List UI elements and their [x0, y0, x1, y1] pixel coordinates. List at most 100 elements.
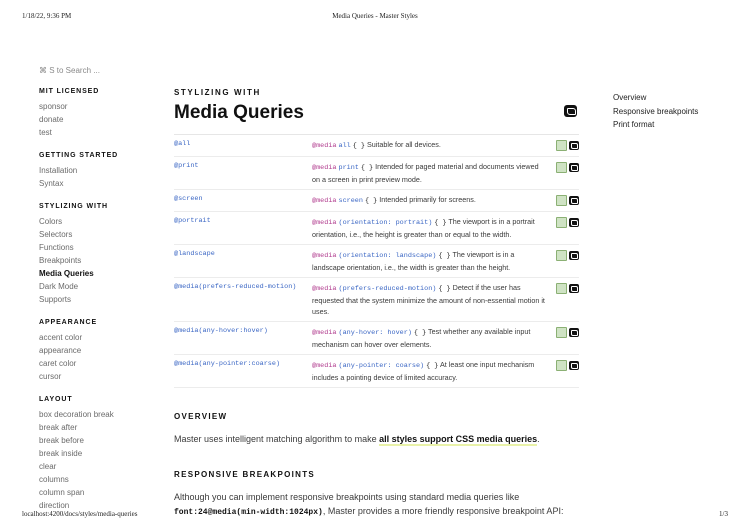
- media-value: (any-hover: hover): [338, 329, 412, 337]
- sidebar-item-clear[interactable]: clear: [39, 460, 149, 473]
- chat-icon[interactable]: [569, 250, 579, 260]
- selector-code: @all: [174, 140, 191, 148]
- sidebar-section-layout: LAYOUT box decoration break break after …: [39, 396, 149, 512]
- sidebar-item-functions[interactable]: Functions: [39, 241, 149, 254]
- sidebar-item-installation[interactable]: Installation: [39, 164, 149, 177]
- print-header: 1/18/22, 9:36 PM Media Queries - Master …: [0, 8, 750, 22]
- chat-icon[interactable]: [569, 283, 579, 293]
- chat-icon[interactable]: [564, 105, 577, 117]
- sidebar-item-column-span[interactable]: column span: [39, 486, 149, 499]
- media-keyword: @media: [312, 164, 337, 172]
- media-keyword: @media: [312, 252, 337, 260]
- media-value: print: [338, 164, 359, 172]
- media-query-row: @landscape @media (orientation: landscape…: [174, 244, 579, 278]
- sidebar-item-caret-color[interactable]: caret color: [39, 357, 149, 370]
- page-kicker: STYLIZING WITH: [174, 88, 261, 97]
- sidebar-item-break-before[interactable]: break before: [39, 434, 149, 447]
- query-description: @media screen { } Intended primarily for…: [312, 194, 545, 207]
- image-icon[interactable]: [556, 359, 567, 371]
- media-braces: { }: [426, 362, 439, 370]
- sidebar-item-test[interactable]: test: [39, 126, 149, 139]
- sidebar-item-columns[interactable]: columns: [39, 473, 149, 486]
- breakpoints-code: font:24@media(min-width:1024px): [174, 508, 323, 517]
- media-keyword: @media: [312, 142, 337, 150]
- sidebar-item-donate[interactable]: donate: [39, 113, 149, 126]
- media-keyword: @media: [312, 197, 337, 205]
- selector-code: @print: [174, 162, 199, 170]
- media-braces: { }: [352, 142, 365, 150]
- sidebar-heading: GETTING STARTED: [39, 152, 119, 159]
- media-query-row: @portrait @media (orientation: portrait) …: [174, 211, 579, 245]
- search-input[interactable]: ⌘ S to Search ...: [39, 66, 149, 75]
- sidebar-item-sponsor[interactable]: sponsor: [39, 100, 149, 113]
- image-icon[interactable]: [556, 161, 567, 173]
- sidebar-item-accent-color[interactable]: accent color: [39, 331, 149, 344]
- image-icon[interactable]: [556, 194, 567, 206]
- media-value: all: [338, 142, 351, 150]
- image-icon[interactable]: [556, 326, 567, 338]
- media-keyword: @media: [312, 219, 337, 227]
- sidebar-section-license: MIT LICENSED sponsor donate test: [39, 88, 149, 139]
- page-title: Media Queries: [174, 102, 304, 123]
- chat-icon[interactable]: [569, 360, 579, 370]
- query-description: @media all { } Suitable for all devices.: [312, 139, 545, 152]
- sidebar-heading: STYLIZING WITH: [39, 203, 108, 210]
- overview-text-before: Master uses intelligent matching algorit…: [174, 434, 380, 444]
- media-braces: { }: [364, 197, 378, 205]
- sidebar-item-cursor[interactable]: cursor: [39, 370, 149, 383]
- sidebar-item-break-after[interactable]: break after: [39, 421, 149, 434]
- description-text: Suitable for all devices.: [366, 140, 441, 149]
- media-keyword: @media: [312, 362, 337, 370]
- css-media-queries-link[interactable]: all styles support CSS media queries: [379, 434, 538, 446]
- section-heading-breakpoints: RESPONSIVE BREAKPOINTS: [174, 470, 316, 479]
- sidebar-section-getting-started: GETTING STARTED Installation Syntax: [39, 152, 149, 190]
- image-icon[interactable]: [556, 139, 567, 151]
- sidebar: ⌘ S to Search ... MIT LICENSED sponsor d…: [39, 66, 149, 525]
- sidebar-section-stylizing: STYLIZING WITH Colors Selectors Function…: [39, 203, 149, 306]
- media-braces: { }: [438, 252, 451, 260]
- sidebar-section-appearance: APPEARANCE accent color appearance caret…: [39, 319, 149, 383]
- chat-icon[interactable]: [569, 217, 579, 227]
- sidebar-heading: MIT LICENSED: [39, 88, 100, 95]
- sidebar-item-breakpoints[interactable]: Breakpoints: [39, 254, 149, 267]
- toc-item-overview[interactable]: Overview: [613, 91, 698, 105]
- sidebar-item-direction[interactable]: direction: [39, 499, 149, 512]
- sidebar-item-supports[interactable]: Supports: [39, 293, 149, 306]
- media-value: (prefers-reduced-motion): [338, 285, 437, 293]
- table-of-contents: Overview Responsive breakpoints Print fo…: [613, 91, 698, 132]
- media-query-row: @media(any-hover:hover) @media (any-hover…: [174, 321, 579, 355]
- sidebar-item-syntax[interactable]: Syntax: [39, 177, 149, 190]
- media-keyword: @media: [312, 329, 337, 337]
- sidebar-item-break-inside[interactable]: break inside: [39, 447, 149, 460]
- selector-code: @media(any-hover:hover): [174, 327, 268, 335]
- selector-code: @landscape: [174, 250, 215, 258]
- chat-icon[interactable]: [569, 140, 579, 150]
- breakpoints-text-2: , Master provides a more friendly respon…: [322, 506, 564, 516]
- breakpoints-section: RESPONSIVE BREAKPOINTS Although you can …: [174, 470, 579, 520]
- selector-code: @portrait: [174, 217, 211, 225]
- sidebar-item-colors[interactable]: Colors: [39, 215, 149, 228]
- media-value: (any-pointer: coarse): [338, 362, 425, 370]
- sidebar-heading: APPEARANCE: [39, 319, 98, 326]
- sidebar-item-box-decoration-break[interactable]: box decoration break: [39, 408, 149, 421]
- media-braces: { }: [434, 219, 447, 227]
- sidebar-item-selectors[interactable]: Selectors: [39, 228, 149, 241]
- toc-item-responsive-breakpoints[interactable]: Responsive breakpoints: [613, 105, 698, 119]
- selector-code: @media(any-pointer:coarse): [174, 360, 281, 368]
- image-icon[interactable]: [556, 249, 567, 261]
- main-content: STYLIZING WITH Media Queries @all @media …: [174, 88, 579, 520]
- chat-icon[interactable]: [569, 162, 579, 172]
- sidebar-item-dark-mode[interactable]: Dark Mode: [39, 280, 149, 293]
- chat-icon[interactable]: [569, 195, 579, 205]
- media-query-row: @media(any-pointer:coarse) @media (any-po…: [174, 354, 579, 388]
- image-icon[interactable]: [556, 216, 567, 228]
- sidebar-heading: LAYOUT: [39, 396, 73, 403]
- sidebar-item-media-queries[interactable]: Media Queries: [39, 267, 149, 280]
- overview-text: Master uses intelligent matching algorit…: [174, 432, 579, 446]
- image-icon[interactable]: [556, 282, 567, 294]
- query-description: @media (orientation: landscape) { } The …: [312, 249, 545, 273]
- toc-item-print-format[interactable]: Print format: [613, 118, 698, 132]
- chat-icon[interactable]: [569, 327, 579, 337]
- section-heading-overview: OVERVIEW: [174, 412, 228, 421]
- sidebar-item-appearance[interactable]: appearance: [39, 344, 149, 357]
